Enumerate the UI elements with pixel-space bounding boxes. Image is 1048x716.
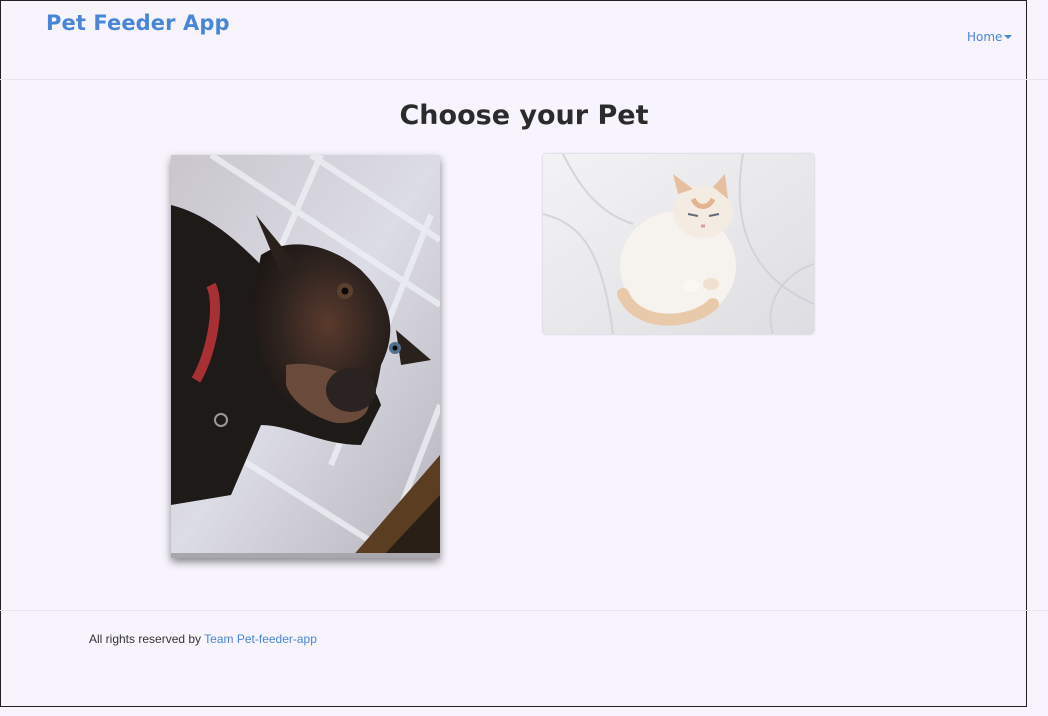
cat-photo xyxy=(543,154,814,334)
dog-photo xyxy=(171,155,440,558)
home-dropdown[interactable]: Home xyxy=(967,30,1013,44)
team-link[interactable]: Team Pet-feeder-app xyxy=(204,632,317,646)
page-title: Choose your Pet xyxy=(399,100,649,131)
caret-down-icon xyxy=(1004,35,1013,39)
navbar: Pet Feeder App Home xyxy=(0,0,1048,80)
copyright-text: All rights reserved by xyxy=(89,632,205,646)
pet-card-dog[interactable] xyxy=(171,155,440,558)
footer: All rights reserved by Team Pet-feeder-a… xyxy=(0,610,1048,706)
home-dropdown-label: Home xyxy=(967,30,1003,44)
pet-card-cat[interactable] xyxy=(543,154,814,334)
footer-text: All rights reserved by Team Pet-feeder-a… xyxy=(89,632,317,646)
brand-logo-link[interactable]: Pet Feeder App xyxy=(46,11,230,35)
